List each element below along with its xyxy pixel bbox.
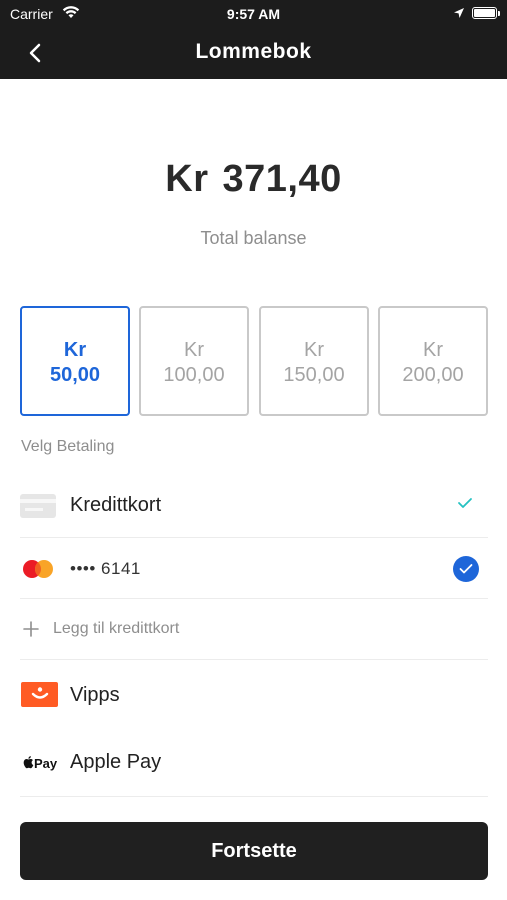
credit-card-label: Kredittkort [70,494,162,516]
page-title: Lommebok [195,40,312,63]
apple-pay-icon-text: Pay [34,756,58,771]
amount-value: 200,00 [402,364,464,386]
clock: 9:57 AM [226,6,281,22]
payment-section-label: Velg Betaling [21,438,115,455]
amount-option-150[interactable]: Kr 150,00 [259,306,369,416]
balance-currency: Kr [165,158,209,200]
payment-option-apple-pay[interactable]: Pay Apple Pay [20,729,488,797]
card-line [25,508,43,511]
saved-card-number: •••• 6141 [70,559,141,578]
navigation-bar: Lommebok [0,27,507,79]
add-credit-card-label: Legg til kredittkort [53,620,180,637]
amount-currency: Kr [63,339,87,361]
add-credit-card-button[interactable]: Legg til kredittkort [20,599,488,660]
amount-option-50[interactable]: Kr 50,00 [20,306,130,416]
amount-currency: Kr [423,339,443,361]
amount-option-100[interactable]: Kr 100,00 [139,306,249,416]
check-icon [457,496,473,510]
amount-options: Kr 50,00 Kr 100,00 Kr 150,00 Kr 200,00 [20,306,488,416]
payment-option-credit-card[interactable]: Kredittkort [20,474,488,538]
apple-pay-label: Apple Pay [70,751,162,773]
battery-tip [498,11,500,16]
payment-option-vipps[interactable]: Vipps [20,660,488,729]
apple-pay-icon: Pay [22,753,62,773]
continue-button[interactable]: Fortsette [20,822,488,880]
amount-value: 100,00 [163,364,225,386]
amount-currency: Kr [304,339,324,361]
plus-icon [22,620,40,638]
amount-value: 150,00 [283,364,345,386]
check-circle-icon [453,556,479,582]
amount-currency: Kr [184,339,204,361]
mastercard-icon [21,559,55,579]
balance-amount: Kr 371,40 [0,158,507,201]
vipps-icon [21,682,58,707]
card-stripe [20,499,56,503]
balance-value: 371,40 [222,158,342,200]
credit-card-icon [20,494,56,518]
amount-option-200[interactable]: Kr 200,00 [378,306,488,416]
battery-icon [472,7,497,19]
payment-option-saved-card[interactable]: •••• 6141 [20,538,488,599]
location-arrow-icon [453,6,465,24]
balance-label: Total balanse [200,228,307,248]
amount-value: 50,00 [49,364,101,386]
vipps-label: Vipps [70,684,120,706]
status-bar: Carrier 9:57 AM [0,0,507,27]
